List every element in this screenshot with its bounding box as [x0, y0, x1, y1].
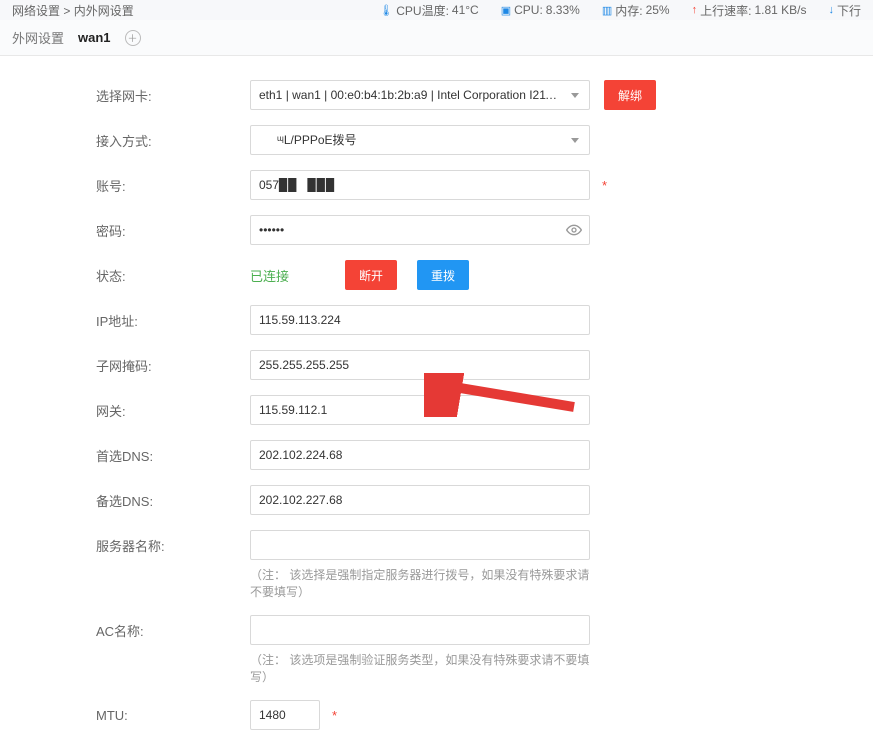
- password-label: 密码:: [96, 221, 250, 240]
- ip-label: IP地址:: [96, 311, 250, 330]
- top-status-bar: 网络设置 > 内外网设置 🌡CPU温度: 41°C ▣CPU: 8.33% ▥内…: [0, 0, 873, 20]
- mtu-label: MTU:: [96, 708, 250, 723]
- tab-wan1[interactable]: wan1: [78, 30, 111, 45]
- ac-hint: （注： 该选项是强制验证服务类型，如果没有特殊要求请不要填写）: [250, 651, 590, 685]
- account-input[interactable]: [250, 170, 590, 200]
- arrow-up-icon: ↑: [692, 4, 698, 16]
- cpu-icon: ▣: [501, 4, 511, 17]
- stat-mem: ▥内存: 25%: [602, 2, 670, 19]
- stat-cpu: ▣CPU: 8.33%: [501, 3, 580, 17]
- stat-label: CPU:: [514, 3, 543, 17]
- arrow-down-icon: ↓: [828, 4, 834, 16]
- wan-form: 选择网卡: eth1 | wan1 | 00:e0:b4:1b:2b:a9 | …: [0, 56, 873, 730]
- dns1-label: 首选DNS:: [96, 446, 250, 465]
- stat-value: 8.33%: [546, 3, 580, 17]
- status-label: 状态:: [96, 266, 250, 285]
- server-input[interactable]: [250, 530, 590, 560]
- stat-up: ↑上行速率: 1.81 KB/s: [692, 2, 807, 19]
- stat-value: 1.81 KB/s: [754, 3, 806, 17]
- chevron-down-icon: [571, 93, 579, 98]
- ip-input[interactable]: [250, 305, 590, 335]
- mtu-input[interactable]: [250, 700, 320, 730]
- required-marker: *: [602, 178, 607, 193]
- status-value: 已连接: [250, 266, 289, 285]
- conn-label: 接入方式:: [96, 131, 250, 150]
- tab-bar: 外网设置 wan1 ＋: [0, 20, 873, 56]
- account-label: 账号:: [96, 176, 250, 195]
- required-marker: *: [332, 708, 337, 723]
- chevron-down-icon: [571, 138, 579, 143]
- disconnect-button[interactable]: 断开: [345, 260, 397, 290]
- nic-label: 选择网卡:: [96, 86, 250, 105]
- gateway-label: 网关:: [96, 401, 250, 420]
- add-tab-button[interactable]: ＋: [125, 30, 141, 46]
- dns2-label: 备选DNS:: [96, 491, 250, 510]
- breadcrumb-sep: >: [63, 4, 70, 18]
- ac-label: AC名称:: [96, 615, 250, 640]
- tab-group-label: 外网设置: [12, 28, 64, 47]
- stat-label: 上行速率:: [700, 2, 751, 19]
- server-label: 服务器名称:: [96, 530, 250, 555]
- thermometer-icon: 🌡: [379, 4, 393, 17]
- gateway-input[interactable]: [250, 395, 590, 425]
- stat-value: 41°C: [452, 3, 479, 17]
- redial-button[interactable]: 重拨: [417, 260, 469, 290]
- mask-input[interactable]: [250, 350, 590, 380]
- stat-cpu-temp: 🌡CPU温度: 41°C: [379, 2, 478, 19]
- stat-down: ↓下行: [828, 2, 861, 19]
- unbind-button[interactable]: 解绑: [604, 80, 656, 110]
- conn-type-select[interactable]: ᶭL/PPPoE拨号: [250, 125, 590, 155]
- stat-label: CPU温度:: [396, 2, 449, 19]
- nic-select[interactable]: eth1 | wan1 | 00:e0:b4:1b:2b:a9 | Intel …: [250, 80, 590, 110]
- dns1-input[interactable]: [250, 440, 590, 470]
- stat-value: 25%: [646, 3, 670, 17]
- password-input[interactable]: [250, 215, 590, 245]
- dns2-input[interactable]: [250, 485, 590, 515]
- breadcrumb-parent[interactable]: 网络设置: [12, 4, 60, 18]
- server-hint: （注： 该选择是强制指定服务器进行拨号，如果没有特殊要求请不要填写）: [250, 566, 590, 600]
- conn-type-value: ᶭL/PPPoE拨号: [277, 133, 357, 147]
- breadcrumb-current: 内外网设置: [74, 4, 134, 18]
- stat-label: 下行: [837, 2, 861, 19]
- stat-label: 内存:: [615, 2, 642, 19]
- memory-icon: ▥: [602, 4, 612, 17]
- ac-input[interactable]: [250, 615, 590, 645]
- nic-select-value: eth1 | wan1 | 00:e0:b4:1b:2b:a9 | Intel …: [259, 88, 590, 102]
- breadcrumb[interactable]: 网络设置 > 内外网设置: [12, 2, 134, 19]
- mask-label: 子网掩码:: [96, 356, 250, 375]
- eye-icon[interactable]: [566, 222, 582, 238]
